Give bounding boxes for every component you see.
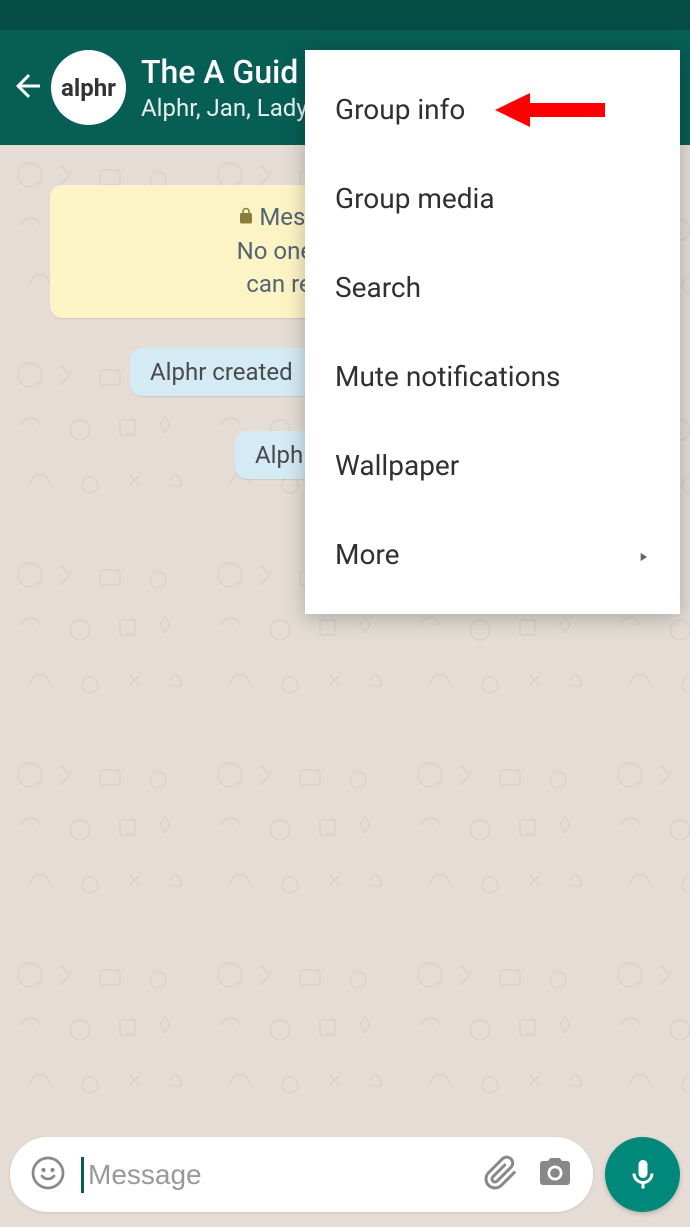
message-input-container xyxy=(10,1137,593,1212)
chevron-right-icon xyxy=(636,538,650,571)
lock-icon xyxy=(237,201,255,235)
menu-group-info[interactable]: Group info xyxy=(305,65,680,154)
menu-mute-notifications[interactable]: Mute notifications xyxy=(305,332,680,421)
camera-icon[interactable] xyxy=(537,1155,573,1195)
attach-icon[interactable] xyxy=(483,1155,519,1195)
back-icon[interactable] xyxy=(10,68,46,108)
menu-wallpaper[interactable]: Wallpaper xyxy=(305,421,680,510)
menu-search[interactable]: Search xyxy=(305,243,680,332)
avatar[interactable]: alphr xyxy=(51,50,126,125)
emoji-icon[interactable] xyxy=(30,1155,66,1195)
mic-button[interactable] xyxy=(605,1137,680,1212)
avatar-text: alphr xyxy=(61,74,116,102)
menu-group-media[interactable]: Group media xyxy=(305,154,680,243)
message-input[interactable] xyxy=(81,1157,465,1193)
status-bar xyxy=(0,0,690,30)
input-bar xyxy=(10,1137,680,1212)
system-message[interactable]: Alphr created xyxy=(130,348,313,396)
menu-more[interactable]: More xyxy=(305,510,680,599)
options-menu: Group info Group media Search Mute notif… xyxy=(305,50,680,614)
